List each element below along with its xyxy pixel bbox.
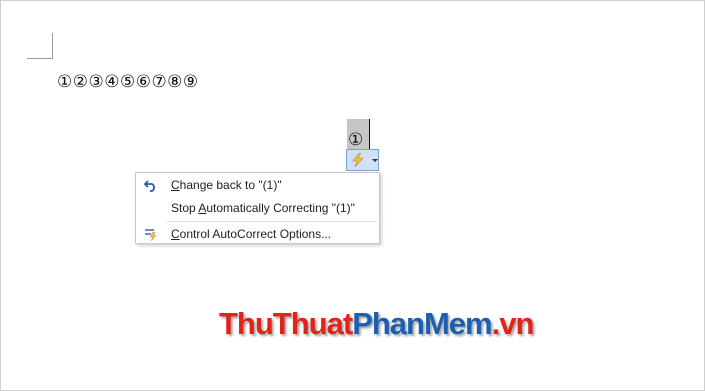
- chevron-down-icon: [372, 158, 378, 162]
- menu-item-label: Control AutoCorrect Options...: [171, 227, 332, 241]
- autocorrect-context-menu: Change back to "(1)" Stop Automatically …: [135, 172, 380, 244]
- document-page[interactable]: ①②③④⑤⑥⑦⑧⑨ ① Change back to "(1)" Stop Au…: [0, 0, 705, 391]
- text-cursor: [369, 119, 370, 149]
- menu-separator: [166, 221, 377, 222]
- autocorrect-options-button[interactable]: [346, 149, 379, 171]
- menu-item-label: Change back to "(1)": [171, 178, 282, 192]
- menu-item-change-back[interactable]: Change back to "(1)": [136, 174, 379, 196]
- selected-circled-character: ①: [348, 130, 364, 150]
- margin-corner-mark: [27, 33, 53, 59]
- menu-item-label: Stop Automatically Correcting "(1)": [171, 201, 355, 215]
- watermark-logo: ThuThuatPhanMem.vn: [219, 306, 534, 341]
- autocorrect-options-icon: [145, 229, 157, 241]
- circled-numbers-text: ①②③④⑤⑥⑦⑧⑨: [57, 72, 199, 92]
- menu-item-autocorrect-options[interactable]: Control AutoCorrect Options...: [136, 223, 379, 245]
- lightning-bolt-icon: [352, 153, 364, 167]
- undo-arrow-icon: [144, 180, 155, 192]
- menu-item-stop-autocorrecting[interactable]: Stop Automatically Correcting "(1)": [136, 197, 379, 219]
